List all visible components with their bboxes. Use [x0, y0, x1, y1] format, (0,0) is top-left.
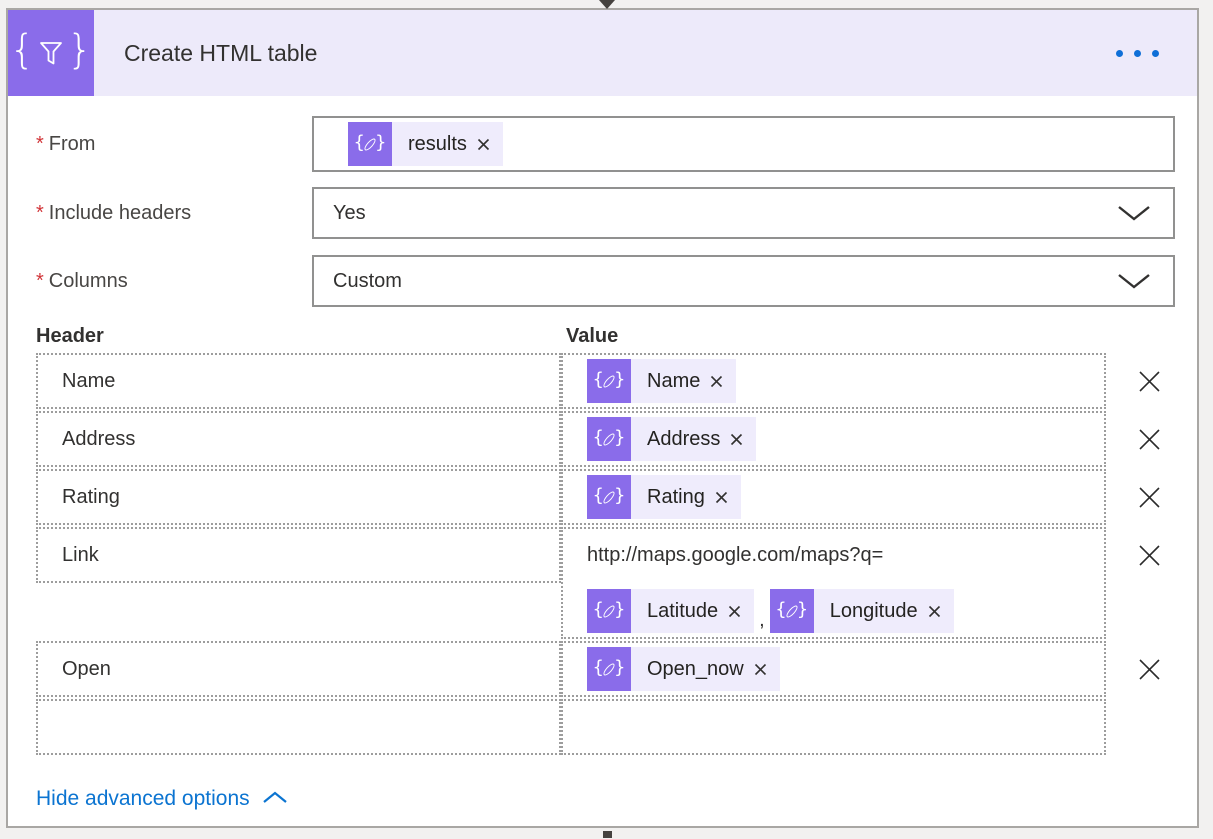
ellipsis-dot-icon	[1134, 50, 1141, 57]
dynamic-content-icon: {}	[348, 122, 392, 166]
value-cell-input[interactable]: {} Rating	[561, 469, 1106, 525]
required-asterisk: *	[36, 202, 44, 224]
delete-row-button[interactable]	[1124, 426, 1175, 453]
from-field-row: *From {} results	[36, 116, 1175, 172]
delete-x-icon	[1138, 428, 1161, 451]
dynamic-content-icon: {}	[770, 589, 814, 633]
delete-row-button[interactable]	[1124, 656, 1175, 683]
table-row: Link http://maps.google.com/maps?q= {} L…	[36, 527, 1175, 639]
header-cell-input[interactable]: Link	[36, 527, 561, 583]
value-cell-input[interactable]	[561, 699, 1106, 755]
action-card-body: *From {} results *Includ	[8, 116, 1197, 811]
token-label: Open_now	[647, 658, 744, 681]
action-title: Create HTML table	[124, 40, 317, 67]
dynamic-content-token[interactable]: {} Address	[587, 417, 756, 461]
header-cell-input[interactable]: Rating	[36, 469, 561, 525]
required-asterisk: *	[36, 270, 44, 292]
dynamic-content-icon: {}	[587, 589, 631, 633]
data-operation-icon: { }	[8, 10, 94, 96]
token-label: Longitude	[830, 600, 918, 623]
value-column-title: Value	[561, 325, 1106, 348]
delete-x-icon	[1138, 544, 1161, 567]
dynamic-content-token[interactable]: {} results	[348, 122, 503, 166]
table-row: Rating {} Rating	[36, 469, 1175, 525]
hide-advanced-options-link[interactable]: Hide advanced options	[36, 787, 288, 811]
include-headers-field-row: *Include headers Yes	[36, 187, 1175, 239]
dynamic-content-icon: {}	[587, 417, 631, 461]
table-column-headers: Header Value	[36, 325, 1175, 348]
table-rows: Name {} Name Address {} Address	[36, 353, 1175, 755]
header-cell-text: Link	[62, 544, 99, 566]
remove-token-icon[interactable]	[477, 138, 490, 151]
header-cell-text: Open	[62, 658, 111, 680]
remove-token-icon[interactable]	[728, 605, 741, 618]
value-cell-input[interactable]: {} Name	[561, 353, 1106, 409]
value-text: http://maps.google.com/maps?q=	[587, 533, 883, 577]
include-headers-label: *Include headers	[36, 202, 312, 225]
header-cell-text: Address	[62, 428, 135, 450]
dynamic-content-icon: {}	[587, 475, 631, 519]
funnel-icon	[38, 40, 64, 67]
table-row: Open {} Open_now	[36, 641, 1175, 697]
from-label: *From	[36, 133, 312, 156]
value-cell-input[interactable]: http://maps.google.com/maps?q= {} Latitu…	[561, 527, 1106, 639]
dynamic-content-token[interactable]: {} Rating	[587, 475, 741, 519]
token-label: results	[408, 133, 467, 156]
custom-columns-table: Header Value Name {} Name Address	[36, 325, 1175, 755]
remove-token-icon[interactable]	[730, 433, 743, 446]
dynamic-content-icon: {}	[587, 359, 631, 403]
more-options-button[interactable]	[1104, 38, 1171, 69]
ellipsis-dot-icon	[1152, 50, 1159, 57]
delete-row-button[interactable]	[1124, 484, 1175, 511]
connector-arrow-top-icon	[599, 0, 615, 9]
chevron-down-icon	[1117, 273, 1151, 290]
value-cell-input[interactable]: {} Address	[561, 411, 1106, 467]
dynamic-content-token[interactable]: {} Name	[587, 359, 736, 403]
dropdown-selected-value: Yes	[333, 202, 366, 225]
columns-field-row: *Columns Custom	[36, 255, 1175, 307]
header-cell-text: Rating	[62, 486, 120, 508]
header-cell-input[interactable]: Open	[36, 641, 561, 697]
chevron-up-icon	[262, 791, 288, 804]
dynamic-content-token[interactable]: {} Longitude	[770, 589, 954, 633]
header-cell-text: Name	[62, 370, 115, 392]
table-row: Name {} Name	[36, 353, 1175, 409]
action-card-header[interactable]: { } Create HTML table	[8, 10, 1197, 96]
delete-x-icon	[1138, 658, 1161, 681]
dropdown-selected-value: Custom	[333, 270, 402, 293]
delete-x-icon	[1138, 486, 1161, 509]
chevron-down-icon	[1117, 205, 1151, 222]
connector-stub-bottom-icon	[603, 831, 612, 838]
remove-token-icon[interactable]	[754, 663, 767, 676]
remove-token-icon[interactable]	[710, 375, 723, 388]
dynamic-content-token[interactable]: {} Latitude	[587, 589, 754, 633]
from-input[interactable]: {} results	[312, 116, 1175, 172]
flow-canvas: { } Create HTML table *From	[0, 0, 1213, 839]
header-column-title: Header	[36, 325, 561, 348]
columns-dropdown[interactable]: Custom	[312, 255, 1175, 307]
header-cell-input[interactable]: Address	[36, 411, 561, 467]
remove-token-icon[interactable]	[715, 491, 728, 504]
token-label: Name	[647, 370, 700, 393]
remove-token-icon[interactable]	[928, 605, 941, 618]
create-html-table-action-card: { } Create HTML table *From	[6, 8, 1199, 828]
dynamic-content-icon: {}	[587, 647, 631, 691]
ellipsis-dot-icon	[1116, 50, 1123, 57]
table-row	[36, 699, 1175, 755]
delete-x-icon	[1138, 370, 1161, 393]
dynamic-content-token[interactable]: {} Open_now	[587, 647, 780, 691]
delete-row-button[interactable]	[1124, 542, 1175, 569]
delete-row-button[interactable]	[1124, 368, 1175, 395]
header-cell-input[interactable]: Name	[36, 353, 561, 409]
required-asterisk: *	[36, 133, 44, 155]
table-row: Address {} Address	[36, 411, 1175, 467]
header-cell-input[interactable]	[36, 699, 561, 755]
value-text: ,	[759, 607, 765, 633]
include-headers-dropdown[interactable]: Yes	[312, 187, 1175, 239]
columns-label: *Columns	[36, 270, 312, 293]
token-label: Latitude	[647, 600, 718, 623]
token-label: Rating	[647, 486, 705, 509]
value-cell-input[interactable]: {} Open_now	[561, 641, 1106, 697]
token-label: Address	[647, 428, 720, 451]
